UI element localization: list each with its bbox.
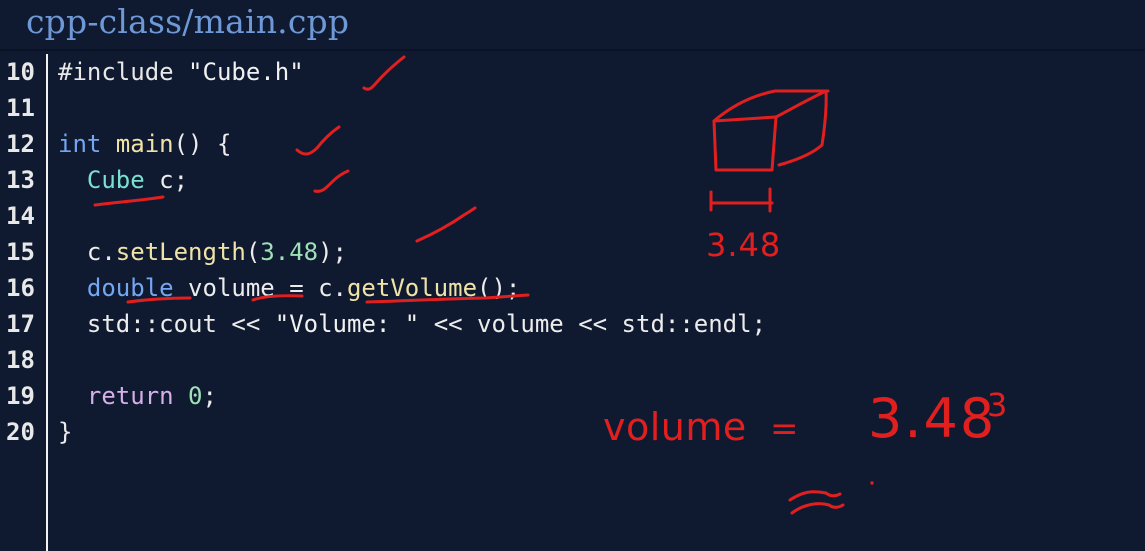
code-token-plain: ();	[477, 274, 521, 302]
code-token-class: Cube	[58, 166, 145, 194]
code-content[interactable]: std::cout << "Volume: " << volume << std…	[58, 306, 766, 342]
line-number: 12	[6, 130, 35, 158]
code-token-fn: getVolume	[346, 274, 478, 302]
code-line-19[interactable]: 19 return 0;	[0, 378, 1145, 414]
line-number: 17	[6, 310, 35, 338]
line-number: 19	[6, 382, 35, 410]
code-token-fn: setLength	[115, 238, 246, 266]
line-number: 15	[6, 238, 35, 266]
code-token-plain: (	[245, 238, 261, 266]
title-divider	[0, 49, 1145, 51]
code-content[interactable]: double volume = c.getVolume();	[58, 270, 521, 306]
line-number: 13	[6, 166, 35, 194]
code-content[interactable]: #include "Cube.h"	[58, 54, 304, 90]
code-token-num: 0	[188, 382, 203, 410]
code-line-13[interactable]: 13 Cube c;	[0, 162, 1145, 198]
code-token-fn: main	[115, 130, 174, 158]
code-token-plain: ;	[202, 382, 217, 410]
code-line-12[interactable]: 12 int main() {	[0, 126, 1145, 162]
file-title: cpp-class/main.cpp	[26, 2, 350, 41]
code-line-11[interactable]: 11	[0, 90, 1145, 126]
code-line-16[interactable]: 16 double volume = c.getVolume();	[0, 270, 1145, 306]
code-content[interactable]: Cube c;	[58, 162, 188, 198]
code-editor[interactable]: 10 #include "Cube.h" 11 12 int main() {13 Cu…	[0, 54, 1145, 551]
code-token-plain: }	[58, 418, 73, 446]
code-line-15[interactable]: 15 c.setLength(3.48);	[0, 234, 1145, 270]
code-content[interactable]: int main() {	[58, 126, 231, 162]
code-line-17[interactable]: 17 std::cout << "Volume: " << volume << …	[0, 306, 1145, 342]
code-token-type: int	[58, 130, 116, 158]
title-bar: cpp-class/main.cpp	[0, 0, 1145, 51]
code-content[interactable]: return 0;	[58, 378, 217, 414]
code-token-plain: c.	[58, 238, 116, 266]
code-token-plain: std::cout <<	[58, 310, 275, 338]
code-line-14[interactable]: 14	[0, 198, 1145, 234]
line-number: 10	[6, 58, 35, 86]
code-token-kw: #include	[58, 58, 189, 86]
code-content[interactable]: c.setLength(3.48);	[58, 234, 347, 270]
code-token-str: "Volume: "	[274, 310, 420, 338]
code-token-num: 3.48	[260, 238, 319, 266]
code-token-str: "Cube.h"	[188, 58, 304, 86]
code-token-plain: volume = c.	[173, 274, 347, 302]
code-line-18[interactable]: 18	[0, 342, 1145, 378]
code-token-type: double	[58, 274, 174, 302]
code-token-plain: );	[318, 238, 347, 266]
line-number: 18	[6, 346, 35, 374]
code-line-10[interactable]: 10 #include "Cube.h"	[0, 54, 1145, 90]
code-token-plain: << volume << std::endl;	[419, 310, 767, 338]
code-content[interactable]: }	[58, 414, 72, 450]
line-number: 20	[6, 418, 35, 446]
code-token-plain: () {	[173, 130, 232, 158]
code-token-plain: c;	[144, 166, 189, 194]
line-number: 11	[6, 94, 35, 122]
line-number: 16	[6, 274, 35, 302]
code-token-ret: return	[58, 382, 174, 410]
code-line-20[interactable]: 20}	[0, 414, 1145, 450]
line-number: 14	[6, 202, 35, 230]
